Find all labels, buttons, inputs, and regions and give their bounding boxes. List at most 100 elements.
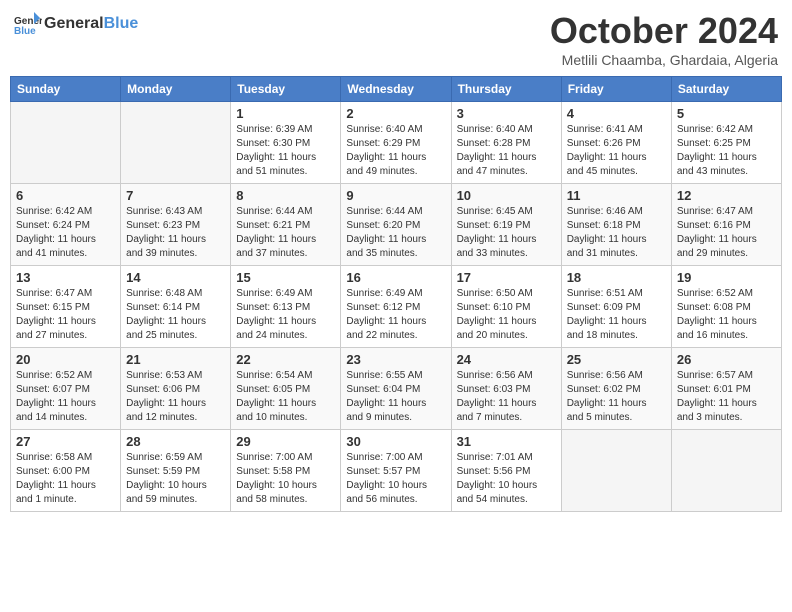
calendar-cell	[11, 102, 121, 184]
day-info: Sunrise: 6:42 AMSunset: 6:25 PMDaylight:…	[677, 123, 776, 179]
calendar-cell: 30 Sunrise: 7:00 AMSunset: 5:57 PMDayligh…	[341, 430, 451, 512]
day-info: Sunrise: 6:48 AMSunset: 6:14 PMDaylight:…	[126, 287, 225, 343]
logo: General Blue GeneralBlue	[14, 10, 138, 38]
calendar-cell: 24Sunrise: 6:56 AMSunset: 6:03 PMDayligh…	[451, 348, 561, 430]
day-number: 9	[346, 188, 445, 203]
day-number: 2	[346, 106, 445, 121]
day-number: 29	[236, 434, 335, 449]
month-title: October 2024	[550, 10, 778, 52]
day-number: 6	[16, 188, 115, 203]
logo-blue: Blue	[104, 15, 139, 32]
day-number: 26	[677, 352, 776, 367]
day-number: 20	[16, 352, 115, 367]
day-info: Sunrise: 6:45 AMSunset: 6:19 PMDaylight:…	[457, 205, 556, 261]
calendar-cell: 4 Sunrise: 6:41 AMSunset: 6:26 PMDaylight…	[561, 102, 671, 184]
calendar-cell: 17 Sunrise: 6:50 AMSunset: 6:10 PMDayligh…	[451, 266, 561, 348]
day-info: Sunrise: 6:40 AMSunset: 6:28 PMDaylight:…	[457, 123, 556, 179]
day-number: 11	[567, 188, 666, 203]
day-number: 22	[236, 352, 335, 367]
calendar-cell: 15Sunrise: 6:49 AMSunset: 6:13 PMDayligh…	[231, 266, 341, 348]
calendar-week-2: 6 Sunrise: 6:42 AMSunset: 6:24 PMDaylight…	[11, 184, 782, 266]
day-info: Sunrise: 6:54 AMSunset: 6:05 PMDaylight:…	[236, 369, 335, 425]
calendar-cell: 28Sunrise: 6:59 AMSunset: 5:59 PMDayligh…	[121, 430, 231, 512]
day-number: 4	[567, 106, 666, 121]
day-number: 13	[16, 270, 115, 285]
calendar-cell: 2Sunrise: 6:40 AMSunset: 6:29 PMDaylight…	[341, 102, 451, 184]
header-day-wednesday: Wednesday	[341, 77, 451, 102]
day-number: 18	[567, 270, 666, 285]
day-info: Sunrise: 6:49 AMSunset: 6:12 PMDaylight:…	[346, 287, 445, 343]
day-info: Sunrise: 6:56 AMSunset: 6:03 PMDaylight:…	[457, 369, 556, 425]
day-number: 28	[126, 434, 225, 449]
day-info: Sunrise: 6:39 AMSunset: 6:30 PMDaylight:…	[236, 123, 335, 179]
location: Metlili Chaamba, Ghardaia, Algeria	[550, 52, 778, 68]
calendar-cell: 13Sunrise: 6:47 AMSunset: 6:15 PMDayligh…	[11, 266, 121, 348]
calendar-week-5: 27 Sunrise: 6:58 AMSunset: 6:00 PMDayligh…	[11, 430, 782, 512]
day-info: Sunrise: 6:55 AMSunset: 6:04 PMDaylight:…	[346, 369, 445, 425]
day-number: 1	[236, 106, 335, 121]
day-number: 5	[677, 106, 776, 121]
day-info: Sunrise: 6:44 AMSunset: 6:21 PMDaylight:…	[236, 205, 335, 261]
day-info: Sunrise: 6:44 AMSunset: 6:20 PMDaylight:…	[346, 205, 445, 261]
day-number: 17	[457, 270, 556, 285]
calendar-cell: 12 Sunrise: 6:47 AMSunset: 6:16 PMDayligh…	[671, 184, 781, 266]
calendar-cell	[671, 430, 781, 512]
day-info: Sunrise: 6:51 AMSunset: 6:09 PMDaylight:…	[567, 287, 666, 343]
calendar-cell: 9 Sunrise: 6:44 AMSunset: 6:20 PMDaylight…	[341, 184, 451, 266]
logo-text-block: GeneralBlue	[44, 15, 138, 33]
calendar-cell: 29 Sunrise: 7:00 AMSunset: 5:58 PMDayligh…	[231, 430, 341, 512]
calendar-cell: 27 Sunrise: 6:58 AMSunset: 6:00 PMDayligh…	[11, 430, 121, 512]
day-number: 19	[677, 270, 776, 285]
day-info: Sunrise: 6:41 AMSunset: 6:26 PMDaylight:…	[567, 123, 666, 179]
calendar-cell: 21 Sunrise: 6:53 AMSunset: 6:06 PMDayligh…	[121, 348, 231, 430]
day-info: Sunrise: 6:42 AMSunset: 6:24 PMDaylight:…	[16, 205, 115, 261]
calendar-cell: 1 Sunrise: 6:39 AMSunset: 6:30 PMDaylight…	[231, 102, 341, 184]
calendar-cell: 16Sunrise: 6:49 AMSunset: 6:12 PMDayligh…	[341, 266, 451, 348]
title-section: October 2024 Metlili Chaamba, Ghardaia, …	[550, 10, 778, 68]
calendar-cell: 3 Sunrise: 6:40 AMSunset: 6:28 PMDaylight…	[451, 102, 561, 184]
header-day-thursday: Thursday	[451, 77, 561, 102]
day-number: 12	[677, 188, 776, 203]
day-info: Sunrise: 7:00 AMSunset: 5:57 PMDaylight:…	[346, 451, 445, 507]
calendar-cell: 25Sunrise: 6:56 AMSunset: 6:02 PMDayligh…	[561, 348, 671, 430]
day-info: Sunrise: 6:52 AMSunset: 6:08 PMDaylight:…	[677, 287, 776, 343]
day-info: Sunrise: 6:47 AMSunset: 6:16 PMDaylight:…	[677, 205, 776, 261]
logo-icon: General Blue	[14, 10, 42, 38]
day-info: Sunrise: 6:53 AMSunset: 6:06 PMDaylight:…	[126, 369, 225, 425]
header-day-saturday: Saturday	[671, 77, 781, 102]
calendar-week-1: 1 Sunrise: 6:39 AMSunset: 6:30 PMDaylight…	[11, 102, 782, 184]
day-info: Sunrise: 6:57 AMSunset: 6:01 PMDaylight:…	[677, 369, 776, 425]
header-day-sunday: Sunday	[11, 77, 121, 102]
day-number: 25	[567, 352, 666, 367]
day-number: 30	[346, 434, 445, 449]
logo-general: General	[44, 15, 104, 32]
day-number: 23	[346, 352, 445, 367]
calendar-cell: 11 Sunrise: 6:46 AMSunset: 6:18 PMDayligh…	[561, 184, 671, 266]
calendar-cell: 10Sunrise: 6:45 AMSunset: 6:19 PMDayligh…	[451, 184, 561, 266]
day-info: Sunrise: 7:00 AMSunset: 5:58 PMDaylight:…	[236, 451, 335, 507]
calendar-cell: 23 Sunrise: 6:55 AMSunset: 6:04 PMDayligh…	[341, 348, 451, 430]
svg-text:Blue: Blue	[14, 26, 36, 37]
day-info: Sunrise: 6:46 AMSunset: 6:18 PMDaylight:…	[567, 205, 666, 261]
day-number: 3	[457, 106, 556, 121]
day-number: 7	[126, 188, 225, 203]
day-info: Sunrise: 6:50 AMSunset: 6:10 PMDaylight:…	[457, 287, 556, 343]
day-info: Sunrise: 6:43 AMSunset: 6:23 PMDaylight:…	[126, 205, 225, 261]
calendar-cell	[121, 102, 231, 184]
day-number: 27	[16, 434, 115, 449]
calendar-table: SundayMondayTuesdayWednesdayThursdayFrid…	[10, 76, 782, 512]
day-info: Sunrise: 6:58 AMSunset: 6:00 PMDaylight:…	[16, 451, 115, 507]
calendar-cell: 18 Sunrise: 6:51 AMSunset: 6:09 PMDayligh…	[561, 266, 671, 348]
calendar-week-3: 13Sunrise: 6:47 AMSunset: 6:15 PMDayligh…	[11, 266, 782, 348]
day-number: 15	[236, 270, 335, 285]
calendar-cell: 5 Sunrise: 6:42 AMSunset: 6:25 PMDaylight…	[671, 102, 781, 184]
calendar-cell: 31Sunrise: 7:01 AMSunset: 5:56 PMDayligh…	[451, 430, 561, 512]
header-day-friday: Friday	[561, 77, 671, 102]
calendar-cell: 22 Sunrise: 6:54 AMSunset: 6:05 PMDayligh…	[231, 348, 341, 430]
day-number: 8	[236, 188, 335, 203]
day-number: 21	[126, 352, 225, 367]
calendar-cell: 26 Sunrise: 6:57 AMSunset: 6:01 PMDayligh…	[671, 348, 781, 430]
day-number: 14	[126, 270, 225, 285]
day-info: Sunrise: 6:52 AMSunset: 6:07 PMDaylight:…	[16, 369, 115, 425]
calendar-cell: 19 Sunrise: 6:52 AMSunset: 6:08 PMDayligh…	[671, 266, 781, 348]
